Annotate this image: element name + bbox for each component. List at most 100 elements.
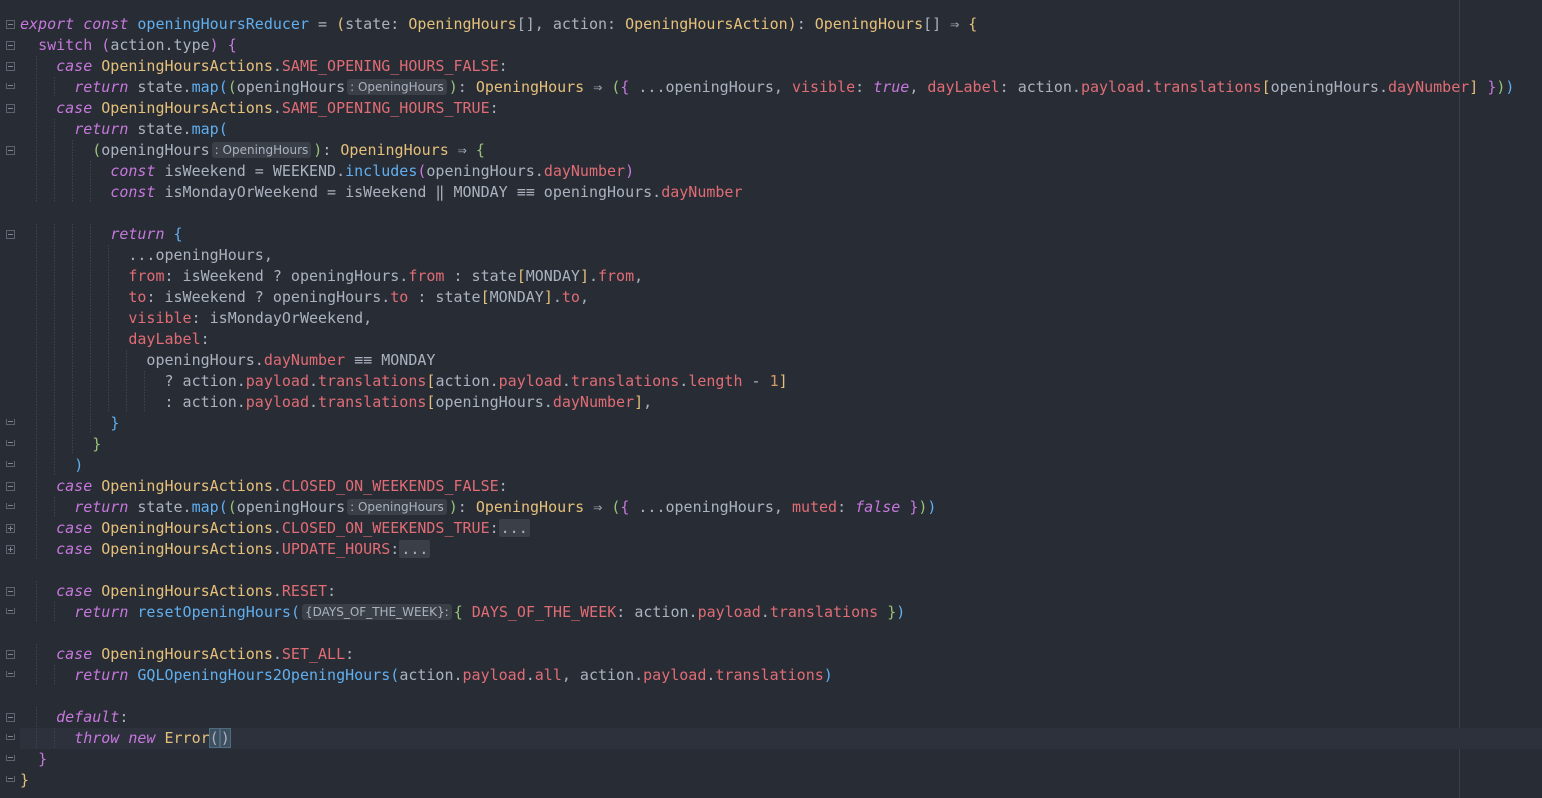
collapse-fold-icon[interactable] <box>6 650 15 659</box>
code-token: OpeningHoursActions <box>101 645 273 663</box>
code-token: case <box>56 477 93 495</box>
code-token: MONDAY <box>525 267 580 285</box>
collapse-fold-icon[interactable] <box>6 146 15 155</box>
code-line[interactable]: } <box>20 434 1542 455</box>
code-line[interactable]: return state.map((openingHours: OpeningH… <box>20 497 1542 518</box>
code-token: . <box>272 582 282 600</box>
code-line[interactable] <box>20 203 1542 224</box>
code-line[interactable]: const isWeekend = WEEKEND.includes(openi… <box>20 161 1542 182</box>
code-line[interactable]: return { <box>20 224 1542 245</box>
code-line[interactable]: case OpeningHoursActions.SET_ALL: <box>20 644 1542 665</box>
code-line[interactable]: case OpeningHoursActions.SAME_OPENING_HO… <box>20 98 1542 119</box>
code-token: ( <box>101 36 111 54</box>
code-line[interactable]: export const openingHoursReducer = (stat… <box>20 14 1542 35</box>
collapse-fold-icon[interactable] <box>6 713 15 722</box>
code-token: UPDATE_HOURS <box>281 540 391 558</box>
indent-guide <box>36 707 38 728</box>
code-token: dayLabel <box>128 330 201 348</box>
code-token: const <box>83 15 129 33</box>
code-line[interactable]: return resetOpeningHours({DAYS_OF_THE_WE… <box>20 602 1542 623</box>
collapse-fold-icon[interactable] <box>6 20 15 29</box>
code-token: ) <box>1505 78 1515 96</box>
folded-region-placeholder[interactable]: ... <box>498 519 530 537</box>
collapse-fold-icon[interactable] <box>6 776 15 782</box>
code-token: [ <box>1261 78 1271 96</box>
collapse-fold-icon[interactable] <box>6 230 15 239</box>
indent-guide <box>72 287 74 308</box>
collapse-fold-icon[interactable] <box>6 62 15 71</box>
code-line[interactable]: default: <box>20 707 1542 728</box>
indent-guide <box>36 266 38 287</box>
code-line[interactable]: visible: isMondayOrWeekend, <box>20 308 1542 329</box>
collapse-fold-icon[interactable] <box>6 734 15 740</box>
code-line[interactable]: case OpeningHoursActions.SAME_OPENING_HO… <box>20 56 1542 77</box>
indent-guide <box>54 413 56 434</box>
code-line[interactable]: ) <box>20 455 1542 476</box>
code-line[interactable] <box>20 560 1542 581</box>
code-token: all <box>534 666 562 684</box>
indent-guide <box>54 455 56 476</box>
code-line[interactable] <box>20 623 1542 644</box>
collapse-fold-icon[interactable] <box>6 419 15 425</box>
indent-guide <box>36 224 38 245</box>
indent-guide <box>108 350 110 371</box>
code-line[interactable]: case OpeningHoursActions.RESET: <box>20 581 1542 602</box>
indent-guide <box>54 434 56 455</box>
code-line[interactable]: openingHours.dayNumber ≡≡ MONDAY <box>20 350 1542 371</box>
code-area[interactable]: export const openingHoursReducer = (stat… <box>20 14 1542 791</box>
collapse-fold-icon[interactable] <box>6 503 15 509</box>
code-line[interactable]: } <box>20 413 1542 434</box>
code-token: case <box>56 57 93 75</box>
code-token: action.type <box>110 36 210 54</box>
code-line[interactable]: ? action.payload.translations[action.pay… <box>20 371 1542 392</box>
code-token: switch <box>38 36 93 54</box>
indent-guide <box>90 266 92 287</box>
indent-guide <box>72 182 74 203</box>
code-line[interactable]: case OpeningHoursActions.CLOSED_ON_WEEKE… <box>20 518 1542 539</box>
code-token: } <box>887 603 897 621</box>
code-line[interactable]: (openingHours: OpeningHours): OpeningHou… <box>20 140 1542 161</box>
collapse-fold-icon[interactable] <box>6 671 15 677</box>
indent-guide <box>54 287 56 308</box>
indent-guide <box>36 98 38 119</box>
code-token: { <box>968 15 978 33</box>
collapse-fold-icon[interactable] <box>6 104 15 113</box>
collapse-fold-icon[interactable] <box>6 587 15 596</box>
code-token: translations <box>570 372 680 390</box>
code-token: . <box>561 372 571 390</box>
code-line[interactable]: return state.map((openingHours: OpeningH… <box>20 77 1542 98</box>
code-line[interactable]: switch (action.type) { <box>20 35 1542 56</box>
code-token: SAME_OPENING_HOURS_TRUE <box>281 99 490 117</box>
folded-region-placeholder[interactable]: ... <box>399 540 431 558</box>
indent-guide <box>72 161 74 182</box>
code-line[interactable]: case OpeningHoursActions.CLOSED_ON_WEEKE… <box>20 476 1542 497</box>
code-line[interactable]: return GQLOpeningHours2OpeningHours(acti… <box>20 665 1542 686</box>
collapse-fold-icon[interactable] <box>6 608 15 614</box>
code-line[interactable]: from: isWeekend ? openingHours.from : st… <box>20 266 1542 287</box>
expand-fold-icon[interactable] <box>6 545 15 554</box>
code-token: const <box>110 162 156 180</box>
code-editor[interactable]: export const openingHoursReducer = (stat… <box>0 0 1542 798</box>
expand-fold-icon[interactable] <box>6 524 15 533</box>
code-line[interactable]: return state.map( <box>20 119 1542 140</box>
code-line[interactable]: } <box>20 749 1542 770</box>
collapse-fold-icon[interactable] <box>6 755 15 761</box>
code-line[interactable]: case OpeningHoursActions.UPDATE_HOURS:..… <box>20 539 1542 560</box>
collapse-fold-icon[interactable] <box>6 440 15 446</box>
collapse-fold-icon[interactable] <box>6 482 15 491</box>
code-line[interactable]: dayLabel: <box>20 329 1542 350</box>
code-line[interactable]: to: isWeekend ? openingHours.to : state[… <box>20 287 1542 308</box>
code-line[interactable]: } <box>20 770 1542 791</box>
code-line[interactable]: const isMondayOrWeekend = isWeekend ‖ MO… <box>20 182 1542 203</box>
code-line[interactable]: ...openingHours, <box>20 245 1542 266</box>
indent-guide <box>36 350 38 371</box>
collapse-fold-icon[interactable] <box>6 83 15 89</box>
code-line[interactable] <box>20 686 1542 707</box>
code-line[interactable]: throw new Error() <box>20 728 1542 749</box>
collapse-fold-icon[interactable] <box>6 461 15 467</box>
collapse-fold-icon[interactable] <box>6 41 15 50</box>
code-token: OpeningHoursActions <box>101 57 273 75</box>
code-line[interactable]: : action.payload.translations[openingHou… <box>20 392 1542 413</box>
